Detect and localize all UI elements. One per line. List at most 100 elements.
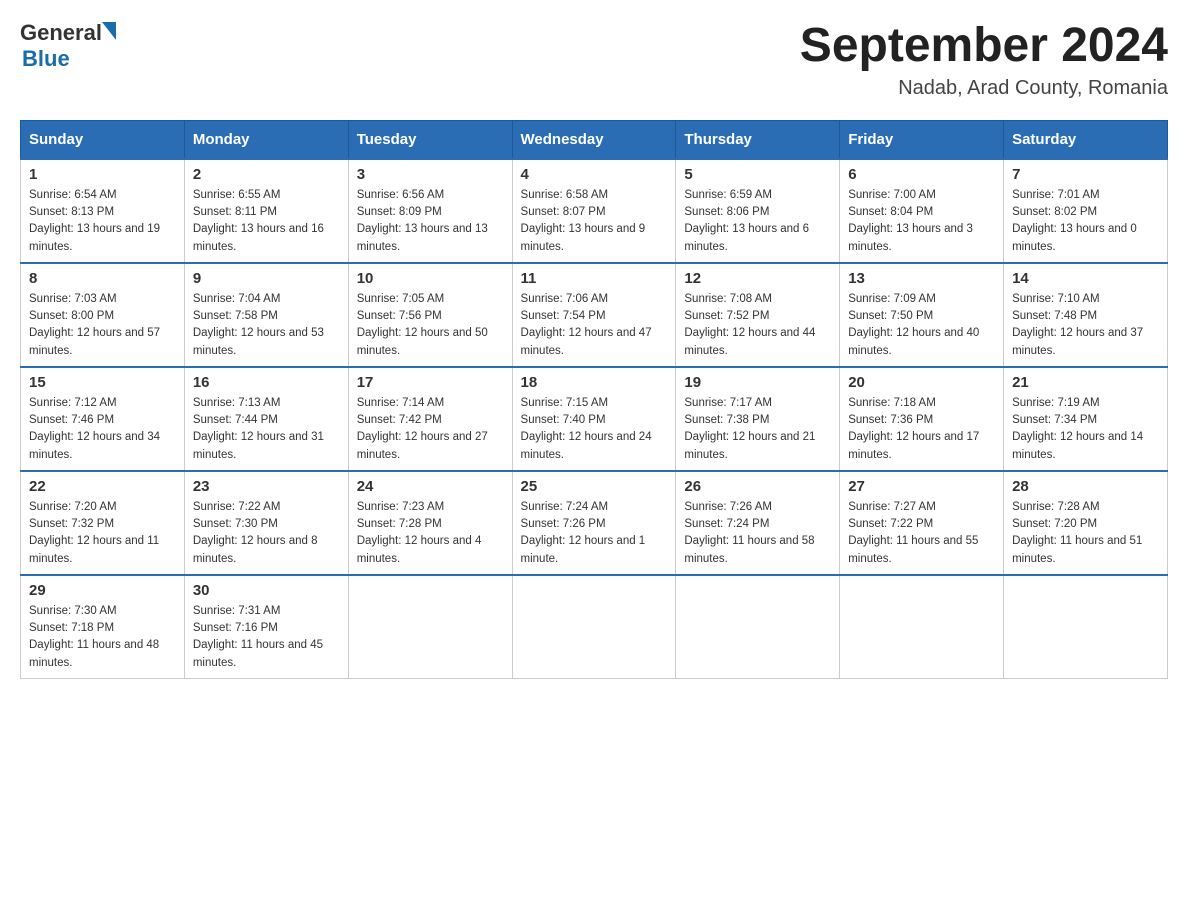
calendar-cell: 19Sunrise: 7:17 AMSunset: 7:38 PMDayligh… [676, 367, 840, 471]
day-info: Sunrise: 6:58 AMSunset: 8:07 PMDaylight:… [521, 187, 668, 256]
location: Nadab, Arad County, Romania [800, 77, 1168, 100]
day-info: Sunrise: 7:18 AMSunset: 7:36 PMDaylight:… [848, 395, 995, 464]
logo-triangle-icon [102, 22, 116, 40]
day-number: 29 [29, 582, 176, 599]
calendar-cell: 5Sunrise: 6:59 AMSunset: 8:06 PMDaylight… [676, 159, 840, 263]
calendar-cell: 18Sunrise: 7:15 AMSunset: 7:40 PMDayligh… [512, 367, 676, 471]
calendar-cell: 10 Sunrise: 7:05 AMSunset: 7:56 PMDayligh… [348, 263, 512, 367]
day-info: Sunrise: 7:01 AMSunset: 8:02 PMDaylight:… [1012, 187, 1159, 256]
day-info: Sunrise: 7:15 AMSunset: 7:40 PMDaylight:… [521, 395, 668, 464]
calendar-header-thursday: Thursday [676, 120, 840, 159]
calendar-cell: 30Sunrise: 7:31 AMSunset: 7:16 PMDayligh… [184, 575, 348, 679]
day-info: Sunrise: 7:12 AMSunset: 7:46 PMDaylight:… [29, 395, 176, 464]
calendar-cell [676, 575, 840, 679]
calendar-cell: 14 Sunrise: 7:10 AMSunset: 7:48 PMDayligh… [1004, 263, 1168, 367]
day-number: 3 [357, 166, 504, 183]
day-number: 21 [1012, 374, 1159, 391]
day-number: 7 [1012, 166, 1159, 183]
page-header: General Blue September 2024 Nadab, Arad … [20, 20, 1168, 100]
calendar-cell: 24 Sunrise: 7:23 AMSunset: 7:28 PMDayligh… [348, 471, 512, 575]
calendar-cell: 28Sunrise: 7:28 AMSunset: 7:20 PMDayligh… [1004, 471, 1168, 575]
day-info: Sunrise: 7:24 AMSunset: 7:26 PMDaylight:… [521, 499, 668, 568]
day-info: Sunrise: 7:20 AMSunset: 7:32 PMDaylight:… [29, 499, 176, 568]
calendar-cell: 26 Sunrise: 7:26 AMSunset: 7:24 PMDayligh… [676, 471, 840, 575]
calendar-header-sunday: Sunday [21, 120, 185, 159]
day-info: Sunrise: 7:00 AMSunset: 8:04 PMDaylight:… [848, 187, 995, 256]
calendar-header-friday: Friday [840, 120, 1004, 159]
day-info: Sunrise: 7:26 AMSunset: 7:24 PMDaylight:… [684, 499, 831, 568]
calendar-cell: 3 Sunrise: 6:56 AMSunset: 8:09 PMDaylight… [348, 159, 512, 263]
day-number: 6 [848, 166, 995, 183]
day-number: 27 [848, 478, 995, 495]
logo: General Blue [20, 20, 116, 72]
day-info: Sunrise: 7:30 AMSunset: 7:18 PMDaylight:… [29, 603, 176, 672]
day-info: Sunrise: 6:56 AMSunset: 8:09 PMDaylight:… [357, 187, 504, 256]
calendar-cell: 8 Sunrise: 7:03 AMSunset: 8:00 PMDaylight… [21, 263, 185, 367]
day-info: Sunrise: 7:10 AMSunset: 7:48 PMDaylight:… [1012, 291, 1159, 360]
calendar-header-wednesday: Wednesday [512, 120, 676, 159]
day-number: 19 [684, 374, 831, 391]
calendar-header-row: SundayMondayTuesdayWednesdayThursdayFrid… [21, 120, 1168, 159]
calendar-week-row: 22 Sunrise: 7:20 AMSunset: 7:32 PMDayligh… [21, 471, 1168, 575]
calendar-cell: 12 Sunrise: 7:08 AMSunset: 7:52 PMDayligh… [676, 263, 840, 367]
calendar-cell: 16 Sunrise: 7:13 AMSunset: 7:44 PMDayligh… [184, 367, 348, 471]
calendar-header-tuesday: Tuesday [348, 120, 512, 159]
calendar-cell: 21 Sunrise: 7:19 AMSunset: 7:34 PMDayligh… [1004, 367, 1168, 471]
day-number: 2 [193, 166, 340, 183]
day-info: Sunrise: 6:59 AMSunset: 8:06 PMDaylight:… [684, 187, 831, 256]
day-info: Sunrise: 7:23 AMSunset: 7:28 PMDaylight:… [357, 499, 504, 568]
calendar-cell: 7 Sunrise: 7:01 AMSunset: 8:02 PMDaylight… [1004, 159, 1168, 263]
day-number: 10 [357, 270, 504, 287]
logo-general: General [20, 20, 102, 46]
calendar-cell: 9 Sunrise: 7:04 AMSunset: 7:58 PMDaylight… [184, 263, 348, 367]
day-number: 20 [848, 374, 995, 391]
calendar-cell: 11Sunrise: 7:06 AMSunset: 7:54 PMDayligh… [512, 263, 676, 367]
day-number: 1 [29, 166, 176, 183]
day-info: Sunrise: 6:54 AMSunset: 8:13 PMDaylight:… [29, 187, 176, 256]
day-number: 16 [193, 374, 340, 391]
calendar-cell: 22 Sunrise: 7:20 AMSunset: 7:32 PMDayligh… [21, 471, 185, 575]
calendar-cell [512, 575, 676, 679]
day-number: 24 [357, 478, 504, 495]
day-number: 9 [193, 270, 340, 287]
day-number: 8 [29, 270, 176, 287]
calendar-week-row: 1 Sunrise: 6:54 AMSunset: 8:13 PMDaylight… [21, 159, 1168, 263]
title-block: September 2024 Nadab, Arad County, Roman… [800, 20, 1168, 100]
day-number: 4 [521, 166, 668, 183]
calendar-week-row: 15Sunrise: 7:12 AMSunset: 7:46 PMDayligh… [21, 367, 1168, 471]
calendar-cell: 27Sunrise: 7:27 AMSunset: 7:22 PMDayligh… [840, 471, 1004, 575]
calendar-cell [348, 575, 512, 679]
day-number: 23 [193, 478, 340, 495]
day-number: 22 [29, 478, 176, 495]
day-info: Sunrise: 7:09 AMSunset: 7:50 PMDaylight:… [848, 291, 995, 360]
day-info: Sunrise: 7:13 AMSunset: 7:44 PMDaylight:… [193, 395, 340, 464]
day-info: Sunrise: 7:05 AMSunset: 7:56 PMDaylight:… [357, 291, 504, 360]
logo-blue: Blue [22, 46, 70, 72]
calendar-cell: 29 Sunrise: 7:30 AMSunset: 7:18 PMDayligh… [21, 575, 185, 679]
calendar-cell [840, 575, 1004, 679]
day-info: Sunrise: 7:19 AMSunset: 7:34 PMDaylight:… [1012, 395, 1159, 464]
calendar-week-row: 29 Sunrise: 7:30 AMSunset: 7:18 PMDayligh… [21, 575, 1168, 679]
calendar-cell: 23 Sunrise: 7:22 AMSunset: 7:30 PMDayligh… [184, 471, 348, 575]
calendar-table: SundayMondayTuesdayWednesdayThursdayFrid… [20, 120, 1168, 679]
calendar-week-row: 8 Sunrise: 7:03 AMSunset: 8:00 PMDaylight… [21, 263, 1168, 367]
calendar-header-monday: Monday [184, 120, 348, 159]
calendar-cell: 1 Sunrise: 6:54 AMSunset: 8:13 PMDaylight… [21, 159, 185, 263]
calendar-cell: 2 Sunrise: 6:55 AMSunset: 8:11 PMDaylight… [184, 159, 348, 263]
calendar-header-saturday: Saturday [1004, 120, 1168, 159]
day-info: Sunrise: 7:08 AMSunset: 7:52 PMDaylight:… [684, 291, 831, 360]
calendar-cell: 20 Sunrise: 7:18 AMSunset: 7:36 PMDayligh… [840, 367, 1004, 471]
day-number: 25 [521, 478, 668, 495]
month-title: September 2024 [800, 20, 1168, 73]
day-number: 30 [193, 582, 340, 599]
day-number: 12 [684, 270, 831, 287]
day-number: 13 [848, 270, 995, 287]
day-info: Sunrise: 7:04 AMSunset: 7:58 PMDaylight:… [193, 291, 340, 360]
day-info: Sunrise: 7:03 AMSunset: 8:00 PMDaylight:… [29, 291, 176, 360]
day-info: Sunrise: 7:06 AMSunset: 7:54 PMDaylight:… [521, 291, 668, 360]
calendar-cell [1004, 575, 1168, 679]
day-info: Sunrise: 7:22 AMSunset: 7:30 PMDaylight:… [193, 499, 340, 568]
day-info: Sunrise: 6:55 AMSunset: 8:11 PMDaylight:… [193, 187, 340, 256]
day-number: 26 [684, 478, 831, 495]
day-number: 14 [1012, 270, 1159, 287]
